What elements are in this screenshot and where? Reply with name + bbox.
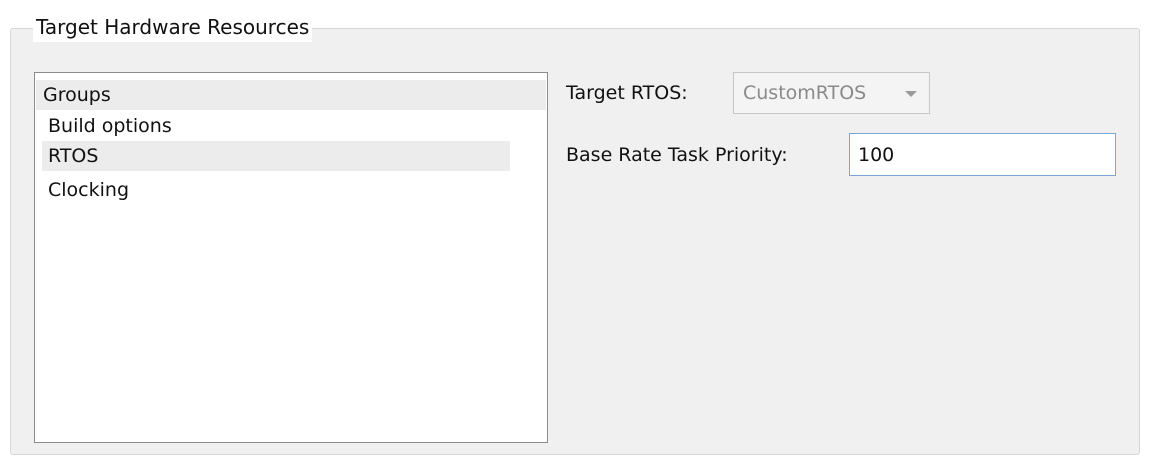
target-rtos-dropdown[interactable]: CustomRTOS — [733, 72, 930, 114]
group-item-rtos[interactable]: RTOS — [42, 141, 510, 171]
base-rate-task-priority-label: Base Rate Task Priority: — [566, 144, 788, 166]
group-item-clocking[interactable]: Clocking — [42, 175, 510, 205]
base-rate-task-priority-input[interactable] — [849, 133, 1116, 176]
target-rtos-value: CustomRTOS — [743, 82, 867, 104]
groups-header: Groups — [36, 80, 546, 110]
chevron-down-icon — [905, 91, 917, 97]
target-rtos-label: Target RTOS: — [566, 82, 688, 104]
panel-title: Target Hardware Resources — [33, 12, 313, 42]
group-item-build-options[interactable]: Build options — [42, 111, 510, 141]
